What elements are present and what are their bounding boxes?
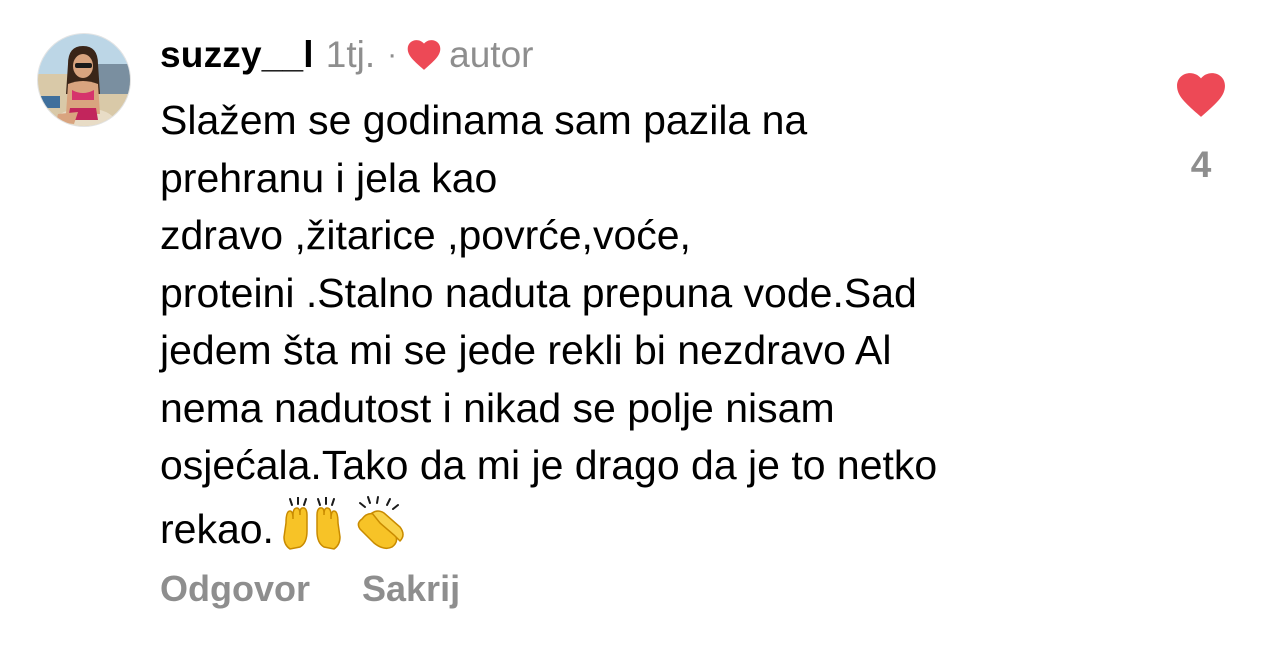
author-liked-heart-icon [407, 40, 441, 70]
heart-icon[interactable] [1176, 72, 1226, 118]
clapping-hands-icon [357, 495, 404, 549]
comment-text-line: zdravo ,žitarice ,povrće,voće, [160, 212, 691, 258]
reply-button[interactable]: Odgovor [160, 568, 310, 610]
comment-actions: Odgovor Sakrij [160, 568, 460, 610]
comment-text-line: nema nadutost i nikad se polje nisam [160, 384, 835, 431]
comment: suzzy__l 1tj. · autor Slažem se godinama… [0, 0, 1284, 662]
comment-text-line: osjećala.Tako da mi je drago da je to ne… [160, 442, 938, 488]
comment-text-line: rekao. [160, 505, 274, 552]
avatar[interactable] [37, 33, 131, 127]
author-label: autor [449, 34, 534, 75]
raising-hands-icon [283, 496, 341, 550]
comment-text: Slažem se godinama sam pazila na prehran… [160, 92, 1120, 558]
comment-text-line: Slažem se godinama sam pazila na [160, 97, 808, 143]
comment-text-line: prehranu i jela kao [160, 154, 498, 201]
comment-text-line: proteini .Stalno naduta prepuna vode.Sad [160, 269, 917, 316]
comment-text-line: jedem šta mi se jede rekli bi nezdravo A… [160, 327, 892, 373]
comment-text-last-line: rekao. [160, 495, 1120, 559]
like-count[interactable]: 4 [1170, 144, 1232, 186]
avatar-photo [38, 34, 130, 126]
comment-header: suzzy__l 1tj. · autor [160, 30, 534, 80]
username[interactable]: suzzy__l [160, 34, 314, 76]
separator-dot: · [387, 38, 398, 71]
hide-button[interactable]: Sakrij [362, 568, 460, 610]
timestamp[interactable]: 1tj. [326, 34, 375, 76]
like-control: 4 [1170, 66, 1232, 196]
